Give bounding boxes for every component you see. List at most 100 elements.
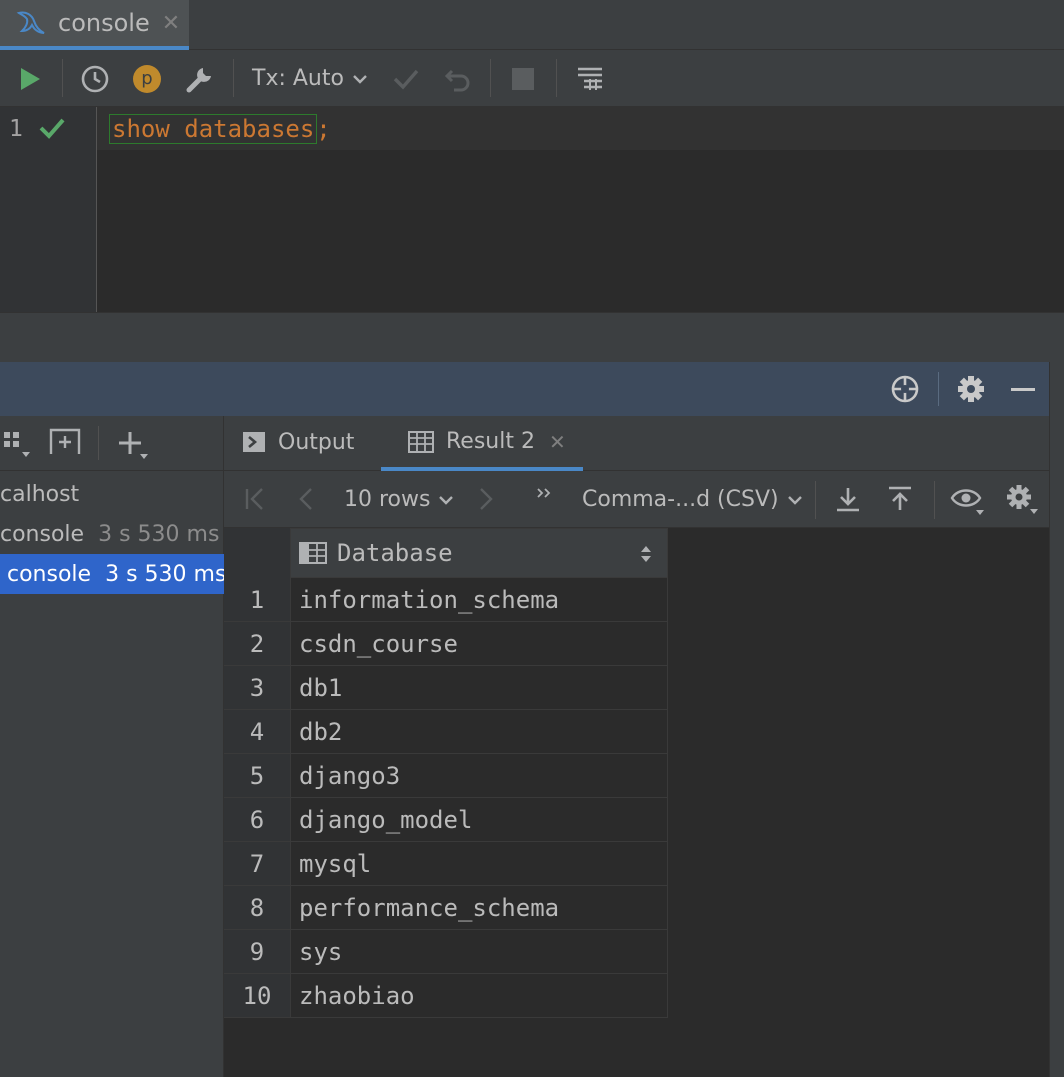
- chevron-down-icon: [353, 74, 367, 84]
- table-cell[interactable]: db2: [290, 710, 668, 754]
- row-number[interactable]: 3: [224, 666, 290, 710]
- execute-button[interactable]: [10, 50, 50, 107]
- results-tabs: Output Result 2 ✕: [224, 416, 1050, 471]
- tab-label: Result 2: [446, 429, 535, 454]
- editor-tab-label: console: [58, 9, 150, 37]
- table-cell[interactable]: performance_schema: [290, 886, 668, 930]
- check-icon: [39, 118, 65, 139]
- previous-page-button[interactable]: [296, 485, 316, 517]
- add-service-button[interactable]: [48, 426, 82, 462]
- console-output-icon: [243, 432, 265, 452]
- minus-icon: [1011, 387, 1035, 391]
- tab-label: Output: [278, 429, 355, 455]
- more-actions-button[interactable]: [534, 483, 556, 509]
- export-button[interactable]: [834, 485, 862, 517]
- panel-splitter[interactable]: [0, 312, 1064, 362]
- tree-item-duration: 3 s 530 ms: [105, 561, 224, 587]
- row-number[interactable]: 2: [224, 622, 290, 666]
- first-page-button[interactable]: [244, 485, 268, 517]
- editor-tab-bar: console ✕: [0, 0, 1064, 50]
- sort-icon[interactable]: [639, 544, 653, 564]
- table-cell[interactable]: mysql: [290, 842, 668, 886]
- services-tree-toolbar: [0, 416, 224, 471]
- chevron-left-icon: [299, 488, 312, 510]
- column-icon: [299, 542, 327, 564]
- sql-editor[interactable]: 1 show databases ;: [0, 107, 1064, 312]
- row-number[interactable]: 7: [224, 842, 290, 886]
- undo-icon: [444, 69, 470, 91]
- editor-gutter: 1: [0, 107, 97, 312]
- stop-icon: [512, 67, 534, 90]
- table-cell[interactable]: sys: [290, 930, 668, 974]
- row-number[interactable]: 5: [224, 754, 290, 798]
- output-layout-button[interactable]: [570, 50, 610, 107]
- upload-icon: [889, 486, 911, 510]
- next-page-button[interactable]: [476, 485, 496, 517]
- tree-item-label: console: [0, 521, 85, 547]
- table-cell[interactable]: zhaobiao: [290, 974, 668, 1018]
- close-icon[interactable]: ✕: [549, 430, 566, 454]
- console-toolbar: p Tx: Auto: [0, 50, 1064, 107]
- line-number: 1: [9, 116, 23, 142]
- profile-button[interactable]: p: [128, 50, 166, 107]
- tab-output[interactable]: Output: [242, 416, 354, 468]
- download-icon: [837, 488, 859, 512]
- row-number[interactable]: 4: [224, 710, 290, 754]
- table-cell[interactable]: csdn_course: [290, 622, 668, 666]
- row-number[interactable]: 1: [224, 578, 290, 622]
- grid-corner: [224, 528, 290, 578]
- history-button[interactable]: [76, 50, 114, 107]
- sql-keyword: show databases: [108, 114, 318, 144]
- services-header: [0, 362, 1064, 416]
- tree-item-console[interactable]: console 3 s 530 ms: [0, 514, 224, 554]
- minimize-button[interactable]: [1005, 362, 1041, 416]
- table-cell[interactable]: information_schema: [290, 578, 668, 622]
- column-header-database[interactable]: Database: [290, 528, 668, 578]
- target-button[interactable]: [885, 362, 925, 416]
- tree-item-localhost[interactable]: calhost: [0, 474, 224, 514]
- tx-mode-dropdown[interactable]: Tx: Auto: [245, 50, 375, 107]
- row-number[interactable]: 9: [224, 930, 290, 974]
- services-tree: calhost console 3 s 530 ms console 3 s 5…: [0, 416, 224, 1077]
- clock-icon: [81, 65, 109, 92]
- table-icon: [408, 430, 434, 453]
- table-cell[interactable]: django_model: [290, 798, 668, 842]
- table-lines-icon: [578, 67, 602, 90]
- commit-button[interactable]: [388, 50, 424, 107]
- eye-icon: [950, 489, 984, 515]
- right-tool-strip: [1049, 362, 1064, 1077]
- row-number[interactable]: 8: [224, 886, 290, 930]
- row-number[interactable]: 6: [224, 798, 290, 842]
- tree-item-label: calhost: [0, 481, 80, 507]
- import-button[interactable]: [886, 485, 914, 517]
- gear-icon: [958, 376, 984, 402]
- tree-item-console-selected[interactable]: console 3 s 530 ms: [0, 554, 224, 594]
- stop-button[interactable]: [505, 50, 541, 107]
- sql-terminator: ;: [316, 115, 331, 143]
- rollback-button[interactable]: [440, 50, 476, 107]
- rows-count-dropdown[interactable]: 10 rows: [344, 471, 454, 528]
- play-icon: [21, 67, 40, 90]
- services-settings-button[interactable]: [951, 362, 991, 416]
- group-by-button[interactable]: [2, 428, 34, 464]
- table-cell[interactable]: db1: [290, 666, 668, 710]
- add-button[interactable]: [116, 428, 152, 464]
- close-icon[interactable]: ✕: [162, 11, 180, 36]
- editor-tab-console[interactable]: console ✕: [0, 0, 189, 50]
- tab-result-2[interactable]: Result 2 ✕: [381, 416, 583, 471]
- row-number[interactable]: 10: [224, 974, 290, 1018]
- crosshair-icon: [891, 375, 919, 403]
- tree-item-label: console: [7, 561, 92, 587]
- export-format-dropdown[interactable]: Comma-...d (CSV): [582, 471, 803, 528]
- results-panel: Output Result 2 ✕ 10 rows Comma-...d (CS…: [224, 416, 1064, 1077]
- results-toolbar: 10 rows Comma-...d (CSV): [224, 471, 1050, 528]
- gear-icon: [1007, 485, 1038, 514]
- table-cell[interactable]: django3: [290, 754, 668, 798]
- new-tab-icon: [49, 428, 81, 454]
- settings-wrench-button[interactable]: [180, 50, 220, 107]
- tree-item-duration: 3 s 530 ms: [98, 521, 220, 547]
- view-options-button[interactable]: [950, 485, 986, 519]
- result-settings-button[interactable]: [1004, 483, 1040, 519]
- sql-statement[interactable]: show databases ;: [108, 114, 331, 144]
- export-format-label: Comma-...d (CSV): [582, 487, 779, 512]
